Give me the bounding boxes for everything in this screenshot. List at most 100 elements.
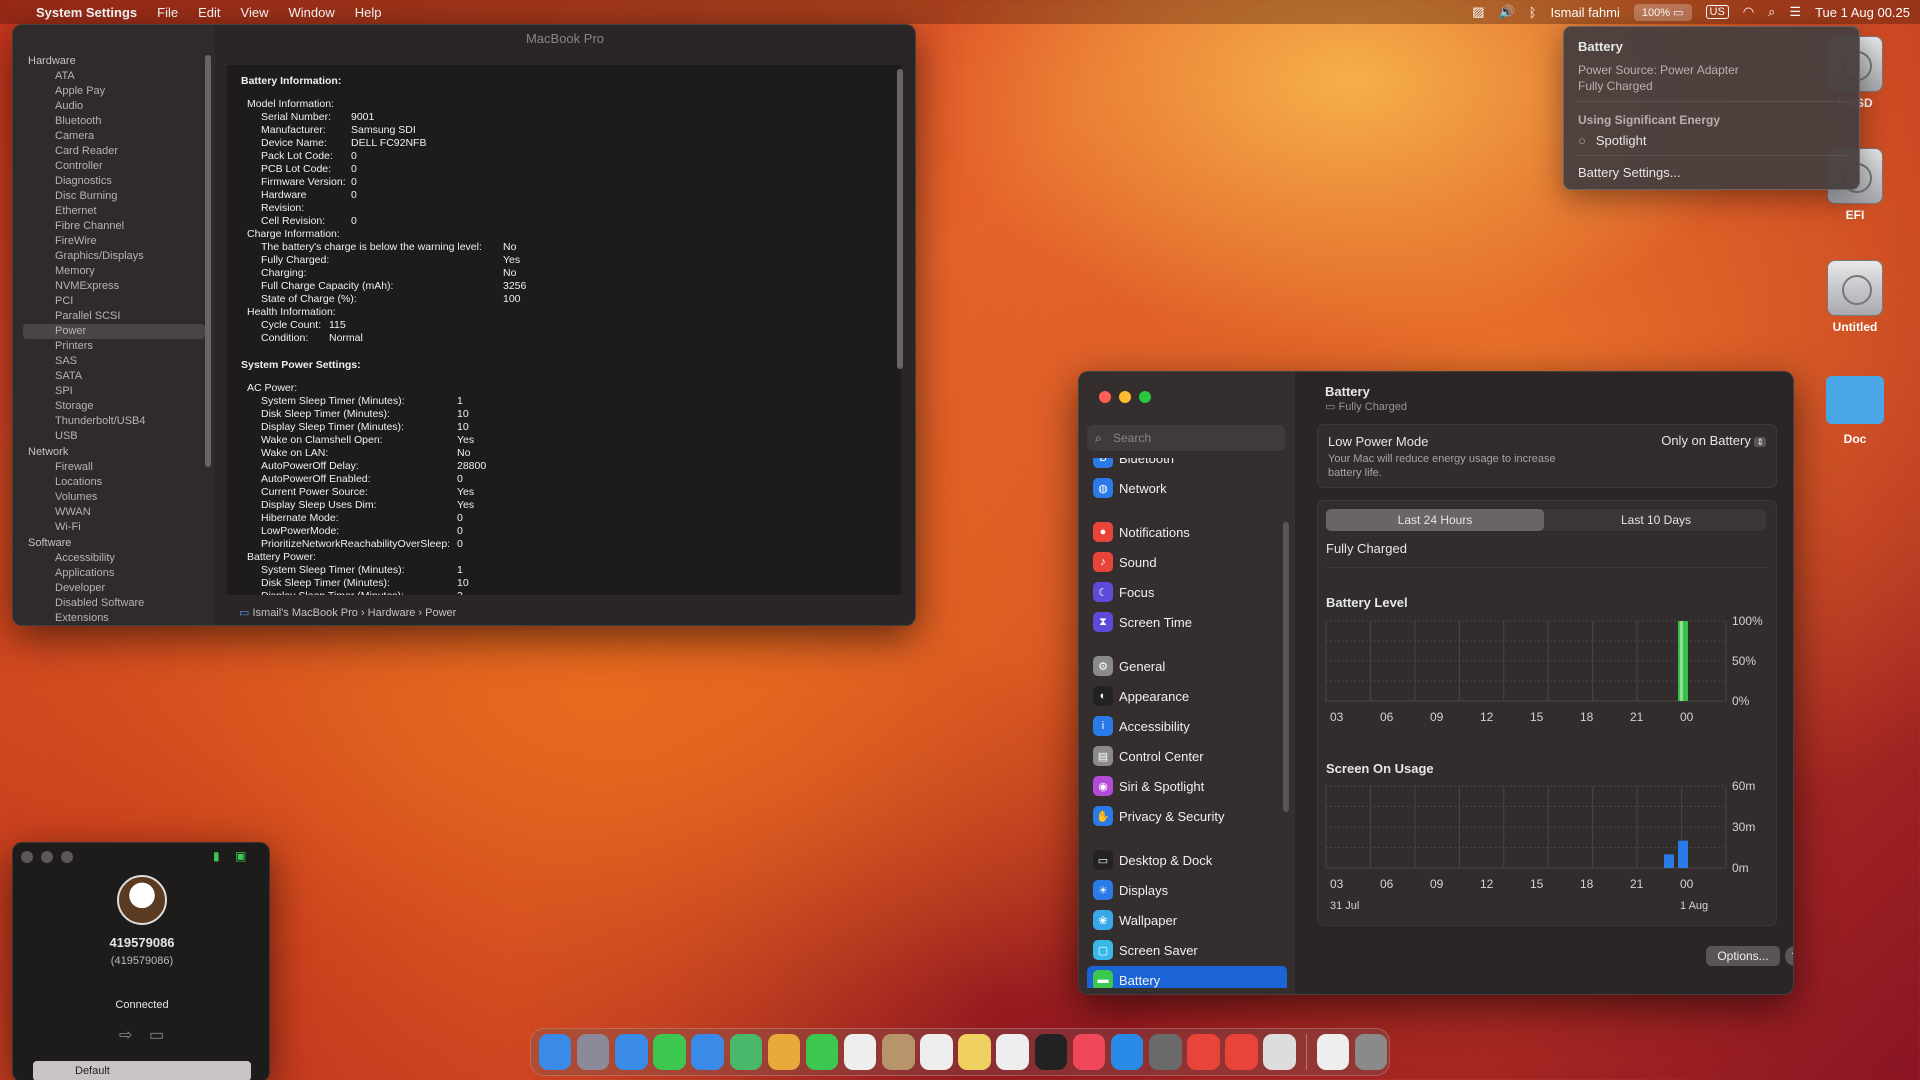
dock-notes-icon[interactable] [958,1034,991,1070]
dock-contacts-icon[interactable] [882,1034,915,1070]
content-scrollbar[interactable] [897,69,903,369]
search-icon[interactable]: ⌕ [1768,4,1775,20]
dock-facetime-icon[interactable] [805,1034,839,1070]
energy-app[interactable]: ○ Spotlight [1578,133,1646,148]
menu-window[interactable]: Window [278,5,344,20]
sidebar-item[interactable]: WWAN [13,505,215,520]
sidebar-item[interactable]: Parallel SCSI [13,309,215,324]
menu-help[interactable]: Help [345,5,392,20]
sidebar-item[interactable]: USB [13,429,215,444]
dock-finder-icon[interactable] [538,1034,572,1070]
menu-edit[interactable]: Edit [188,5,230,20]
sidebar-item[interactable]: Audio [13,99,215,114]
sidebar-item-focus[interactable]: ☾ Focus [1087,578,1287,606]
dock-maps-icon[interactable] [729,1034,763,1070]
sidebar-item-network[interactable]: ◍ Network [1087,474,1287,502]
sidebar-item-notifications[interactable]: ● Notifications [1087,518,1287,546]
menu-file[interactable]: File [147,5,188,20]
dock-reminders-icon[interactable] [920,1034,953,1070]
battery-menu[interactable]: 100% ▭ [1633,3,1692,21]
sidebar-item[interactable]: Thunderbolt/USB4 [13,414,215,429]
activity-monitor-icon[interactable]: ▨ [1472,4,1484,20]
sidebar-item[interactable]: PCI [13,294,215,309]
dock-calendar-icon[interactable] [843,1034,877,1070]
sidebar-item[interactable]: Apple Pay [13,84,215,99]
file-transfer-icon[interactable]: ⇨ [119,1025,132,1045]
sidebar-item[interactable]: Volumes [13,490,215,505]
sidebar-item[interactable]: Disc Burning [13,189,215,204]
sidebar-item[interactable]: Camera [13,129,215,144]
sidebar-item[interactable]: Graphics/Displays [13,249,215,264]
control-center-icon[interactable]: ☰ [1789,4,1801,20]
sidebar-item-control-center[interactable]: ▤ Control Center [1087,742,1287,770]
dock-messages-icon[interactable] [653,1034,686,1070]
dock-anydesk-icon[interactable] [1187,1034,1220,1070]
dock-app-store-icon[interactable] [1110,1034,1144,1070]
user-menu[interactable]: Ismail fahmi [1551,5,1620,20]
sidebar-item-privacy-security[interactable]: ✋ Privacy & Security [1087,802,1287,830]
dock-freeform-icon[interactable] [996,1034,1030,1070]
sidebar-item[interactable]: Memory [13,264,215,279]
datetime[interactable]: Tue 1 Aug 00.25 [1815,5,1910,20]
sidebar-item-wallpaper[interactable]: ❀ Wallpaper [1087,906,1287,934]
sidebar-item[interactable]: NVMExpress [13,279,215,294]
sidebar-item[interactable]: Accessibility [13,551,215,566]
dock-photos-icon[interactable] [767,1034,801,1070]
dock-teamviewer-icon[interactable] [1225,1034,1258,1070]
dock-music-icon[interactable] [1072,1034,1106,1070]
sidebar-group[interactable]: Hardware [13,53,215,69]
breadcrumb-item[interactable]: Ismail's MacBook Pro [252,607,357,619]
battery-settings-link[interactable]: Battery Settings... [1578,165,1681,180]
sidebar-item[interactable]: Disabled Software [13,596,215,611]
sidebar-scrollbar[interactable] [205,55,211,467]
options-button[interactable]: Options... [1706,946,1780,966]
sidebar-item[interactable]: SPI [13,384,215,399]
sidebar-item[interactable]: Applications [13,566,215,581]
zoom-button[interactable] [61,851,73,863]
dock-safari-icon[interactable] [615,1034,648,1070]
breadcrumb-item[interactable]: Hardware [368,607,416,619]
sidebar-scrollbar[interactable] [1283,522,1289,812]
dock-system-settings-icon[interactable] [1149,1034,1182,1070]
dock-document-icon[interactable] [1316,1034,1350,1070]
sidebar-item[interactable]: Developer [13,581,215,596]
desktop-item-untitled[interactable]: Untitled [1805,260,1905,334]
sidebar-item[interactable]: Diagnostics [13,174,215,189]
sidebar-group[interactable]: Software [13,535,215,551]
sidebar-item-screen-saver[interactable]: ▢ Screen Saver [1087,936,1287,964]
sidebar-item[interactable]: Fibre Channel [13,219,215,234]
sidebar-item-siri-spotlight[interactable]: ◉ Siri & Spotlight [1087,772,1287,800]
sidebar-item[interactable]: ATA [13,69,215,84]
sidebar-item[interactable]: SATA [13,369,215,384]
low-power-select[interactable]: Only on Battery ⇕ [1661,433,1766,448]
sidebar-item-bluetooth[interactable]: B Bluetooth [1087,458,1287,472]
sidebar-item[interactable]: Firewall [13,460,215,475]
profile-select[interactable]: Default [33,1061,251,1080]
tab-last-24-hours[interactable]: Last 24 Hours [1326,509,1544,531]
dock-trash-icon[interactable] [1354,1034,1388,1070]
sidebar-item-sound[interactable]: ♪ Sound [1087,548,1287,576]
sidebar-item[interactable]: Bluetooth [13,114,215,129]
zoom-button[interactable] [1139,391,1151,403]
dock-tv-icon[interactable] [1034,1034,1068,1070]
sidebar-item-appearance[interactable]: ◐ Appearance [1087,682,1287,710]
sidebar-item[interactable]: Locations [13,475,215,490]
sidebar-item[interactable]: Printers [13,339,215,354]
wifi-icon[interactable]: ◠ [1743,4,1754,20]
sidebar-item[interactable]: FireWire [13,234,215,249]
keyboard-layout[interactable]: US [1705,5,1729,19]
sidebar-group[interactable]: Network [13,444,215,460]
sidebar-item-screen-time[interactable]: ⧗ Screen Time [1087,608,1287,636]
breadcrumb-item[interactable]: Power [425,607,456,619]
close-button[interactable] [21,851,33,863]
sidebar-item[interactable]: Storage [13,399,215,414]
desktop-item-doc[interactable]: Doc [1805,376,1905,446]
sidebar-item[interactable]: Ethernet [13,204,215,219]
search-input[interactable]: ⌕ Search [1087,425,1285,451]
sidebar-item[interactable]: Power [23,324,205,339]
close-button[interactable] [1099,391,1111,403]
dock-printer-icon[interactable] [1263,1034,1297,1070]
bluetooth-icon[interactable]: ᛒ [1529,5,1537,20]
sidebar-item[interactable]: Controller [13,159,215,174]
minimize-button[interactable] [41,851,53,863]
